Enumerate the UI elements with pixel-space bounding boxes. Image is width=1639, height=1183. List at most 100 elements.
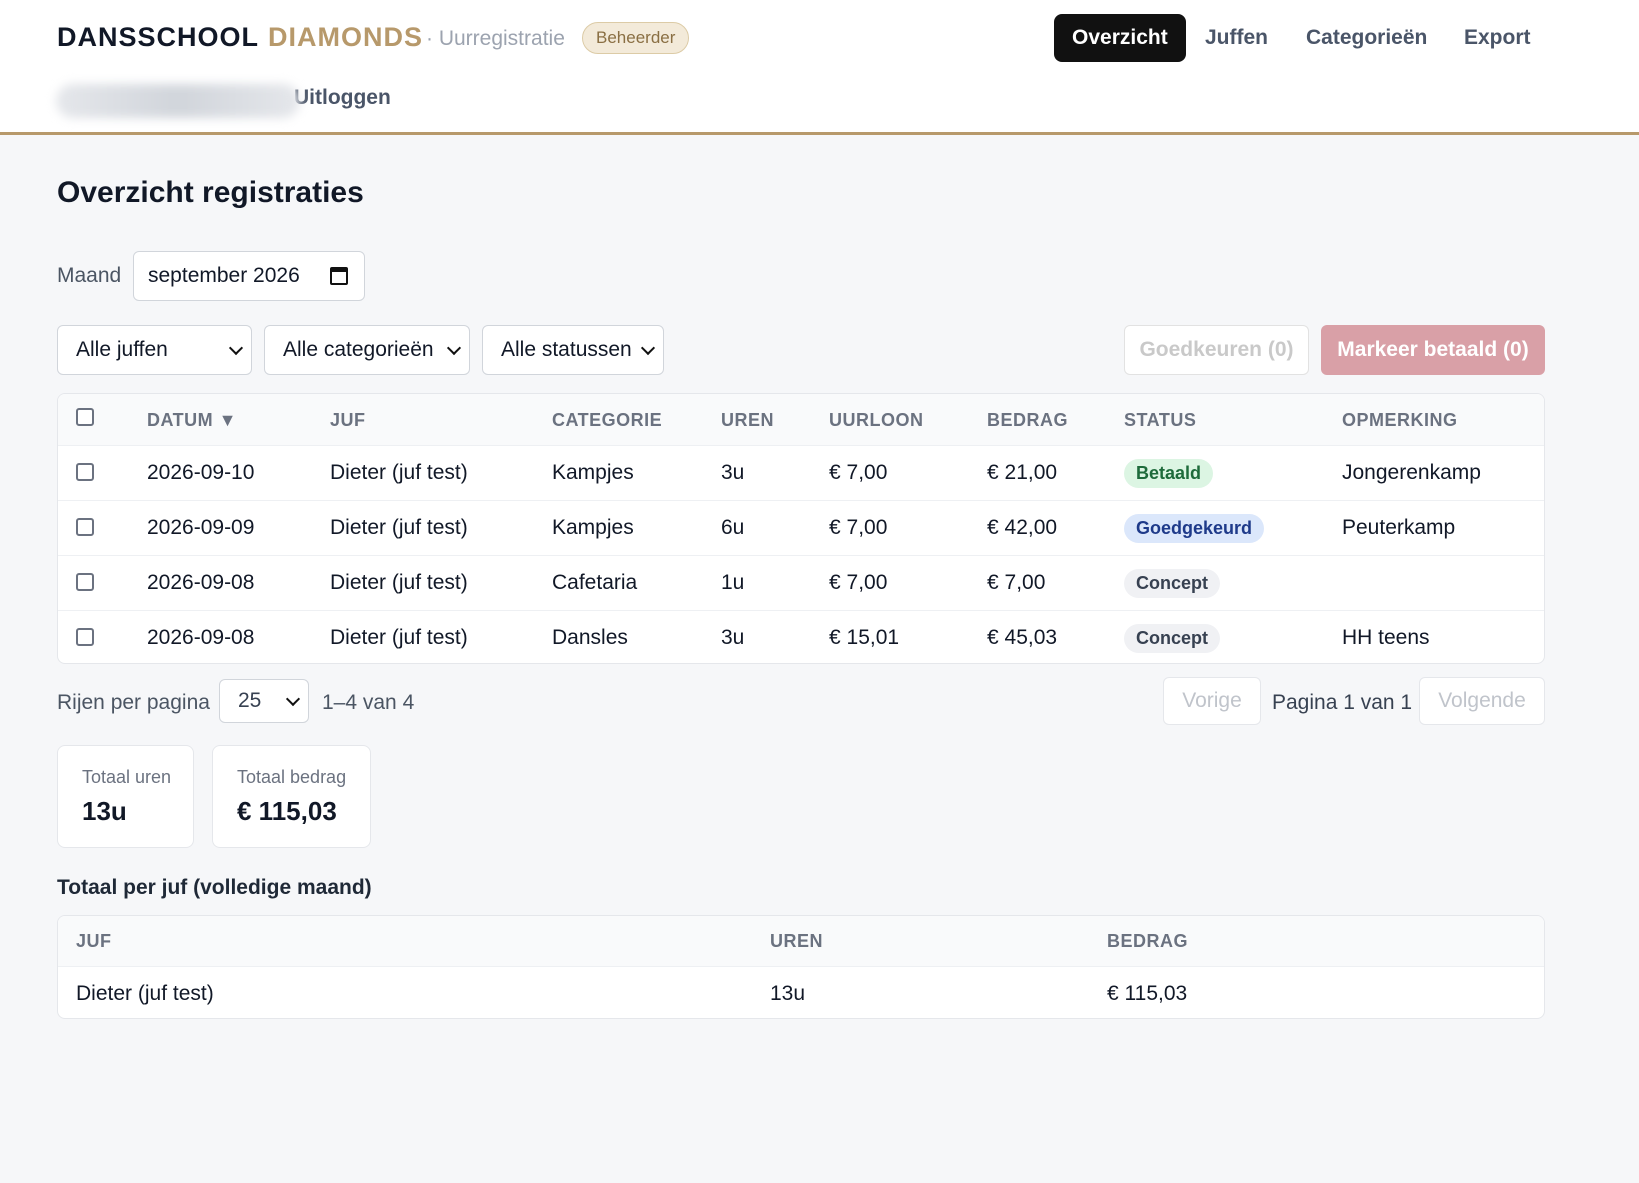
cell-note: HH teens bbox=[1342, 626, 1430, 649]
month-input[interactable]: september 2026 bbox=[133, 251, 365, 301]
cell-hours: 3u bbox=[721, 626, 745, 649]
cell-date: 2026-09-09 bbox=[147, 516, 255, 539]
column-header-uren: UREN bbox=[721, 410, 775, 430]
table-row[interactable]: 2026-09-08 Dieter (juf test) Dansles 3u … bbox=[58, 610, 1544, 663]
total-hours-card: Totaal uren 13u bbox=[57, 745, 194, 848]
per-teacher-title: Totaal per juf (volledige maand) bbox=[57, 876, 372, 899]
column-header-categorie: CATEGORIE bbox=[552, 410, 663, 430]
per-teacher-header: JUF UREN BEDRAG bbox=[58, 916, 1544, 966]
category-filter-value: Alle categorieën bbox=[283, 338, 434, 361]
chevron-down-icon bbox=[640, 340, 656, 356]
cell-rate: € 15,01 bbox=[829, 626, 900, 649]
cell-teacher: Dieter (juf test) bbox=[76, 982, 214, 1005]
page-indicator: Pagina 1 van 1 bbox=[1272, 691, 1413, 714]
per-teacher-table: JUF UREN BEDRAG Dieter (juf test) 13u € … bbox=[57, 915, 1545, 1019]
brand-name-part2: DIAMONDS bbox=[268, 22, 424, 52]
row-checkbox[interactable] bbox=[76, 573, 94, 591]
status-filter-value: Alle statussen bbox=[501, 338, 632, 361]
column-header-bedrag: BEDRAG bbox=[987, 410, 1069, 430]
cell-amount: € 45,03 bbox=[987, 626, 1058, 649]
row-checkbox[interactable] bbox=[76, 463, 94, 481]
cell-teacher: Dieter (juf test) bbox=[330, 461, 468, 484]
rows-per-page-value: 25 bbox=[238, 689, 262, 712]
cell-hours: 3u bbox=[721, 461, 745, 484]
cell-amount: € 21,00 bbox=[987, 461, 1058, 484]
cell-teacher: Dieter (juf test) bbox=[330, 571, 468, 594]
status-badge: Goedgekeurd bbox=[1124, 514, 1265, 543]
cell-teacher: Dieter (juf test) bbox=[330, 516, 468, 539]
table-row[interactable]: 2026-09-10 Dieter (juf test) Kampjes 3u … bbox=[58, 445, 1544, 500]
nav-categorieen[interactable]: Categorieën bbox=[1288, 14, 1445, 62]
column-header-status: STATUS bbox=[1124, 410, 1197, 430]
cell-hours: 1u bbox=[721, 571, 745, 594]
total-amount-label: Totaal bedrag bbox=[237, 767, 347, 787]
column-header-uren: UREN bbox=[770, 931, 824, 951]
cell-date: 2026-09-10 bbox=[147, 461, 255, 484]
cell-category: Cafetaria bbox=[552, 571, 638, 594]
cell-amount: € 42,00 bbox=[987, 516, 1058, 539]
nav-export[interactable]: Export bbox=[1446, 14, 1549, 62]
total-hours-value: 13u bbox=[82, 796, 127, 826]
total-amount-card: Totaal bedrag € 115,03 bbox=[212, 745, 371, 848]
teacher-filter-select[interactable]: Alle juffen bbox=[57, 325, 252, 375]
cell-category: Kampjes bbox=[552, 516, 634, 539]
table-header: DATUM ▼ JUF CATEGORIE UREN UURLOON BEDRA… bbox=[58, 394, 1544, 445]
cell-hours: 13u bbox=[770, 982, 806, 1005]
page-title: Overzicht registraties bbox=[57, 176, 364, 209]
brand-name-part1: DANSSCHOOL bbox=[57, 22, 260, 52]
chevron-down-icon bbox=[228, 340, 244, 356]
cell-category: Dansles bbox=[552, 626, 628, 649]
select-all-checkbox[interactable] bbox=[76, 408, 94, 426]
column-header-juf: JUF bbox=[330, 410, 366, 430]
teacher-filter-value: Alle juffen bbox=[76, 338, 168, 361]
table-row: Dieter (juf test) 13u € 115,03 bbox=[58, 966, 1544, 1018]
calendar-icon[interactable] bbox=[330, 267, 348, 285]
column-header-juf: JUF bbox=[76, 931, 112, 951]
logout-link[interactable]: Uitloggen bbox=[294, 86, 391, 110]
column-header-uurloon: UURLOON bbox=[829, 410, 924, 430]
cell-amount: € 115,03 bbox=[1107, 982, 1188, 1005]
app-subtitle: · Uurregistratie bbox=[426, 27, 565, 50]
previous-page-button[interactable]: Vorige bbox=[1163, 677, 1261, 725]
rows-per-page-label: Rijen per pagina bbox=[57, 691, 210, 714]
approve-button[interactable]: Goedkeuren (0) bbox=[1124, 325, 1309, 375]
cell-rate: € 7,00 bbox=[829, 516, 888, 539]
top-header: DANSSCHOOL DIAMONDS · Uurregistratie Beh… bbox=[0, 0, 1639, 135]
next-page-button[interactable]: Volgende bbox=[1419, 677, 1545, 725]
cell-teacher: Dieter (juf test) bbox=[330, 626, 468, 649]
total-hours-label: Totaal uren bbox=[82, 767, 172, 787]
result-range: 1–4 van 4 bbox=[322, 691, 415, 714]
nav-juffen[interactable]: Juffen bbox=[1187, 14, 1286, 62]
chevron-down-icon bbox=[285, 691, 301, 707]
registrations-table: DATUM ▼ JUF CATEGORIE UREN UURLOON BEDRA… bbox=[57, 393, 1545, 664]
row-checkbox[interactable] bbox=[76, 628, 94, 646]
column-header-bedrag: BEDRAG bbox=[1107, 931, 1189, 951]
cell-rate: € 7,00 bbox=[829, 461, 888, 484]
table-row[interactable]: 2026-09-08 Dieter (juf test) Cafetaria 1… bbox=[58, 555, 1544, 610]
total-amount-value: € 115,03 bbox=[237, 796, 337, 826]
table-row[interactable]: 2026-09-09 Dieter (juf test) Kampjes 6u … bbox=[58, 500, 1544, 555]
brand-logo: DANSSCHOOL DIAMONDS bbox=[57, 22, 423, 53]
mark-paid-button[interactable]: Markeer betaald (0) bbox=[1321, 325, 1545, 375]
row-checkbox[interactable] bbox=[76, 518, 94, 536]
cell-rate: € 7,00 bbox=[829, 571, 888, 594]
month-value: september 2026 bbox=[148, 264, 300, 287]
category-filter-select[interactable]: Alle categorieën bbox=[264, 325, 470, 375]
cell-date: 2026-09-08 bbox=[147, 571, 255, 594]
cell-date: 2026-09-08 bbox=[147, 626, 255, 649]
status-badge: Betaald bbox=[1124, 459, 1214, 488]
status-filter-select[interactable]: Alle statussen bbox=[482, 325, 664, 375]
user-email-redacted bbox=[56, 84, 300, 118]
nav-overzicht[interactable]: Overzicht bbox=[1054, 14, 1186, 62]
cell-category: Kampjes bbox=[552, 461, 634, 484]
cell-note: Peuterkamp bbox=[1342, 516, 1456, 539]
cell-hours: 6u bbox=[721, 516, 745, 539]
status-badge: Concept bbox=[1124, 624, 1220, 653]
month-label: Maand bbox=[57, 264, 122, 287]
column-header-opmerking: OPMERKING bbox=[1342, 410, 1458, 430]
cell-note: Jongerenkamp bbox=[1342, 461, 1481, 484]
rows-per-page-select[interactable]: 25 bbox=[219, 679, 309, 723]
cell-amount: € 7,00 bbox=[987, 571, 1046, 594]
role-badge: Beheerder bbox=[582, 22, 690, 54]
column-header-datum[interactable]: DATUM ▼ bbox=[147, 410, 237, 431]
